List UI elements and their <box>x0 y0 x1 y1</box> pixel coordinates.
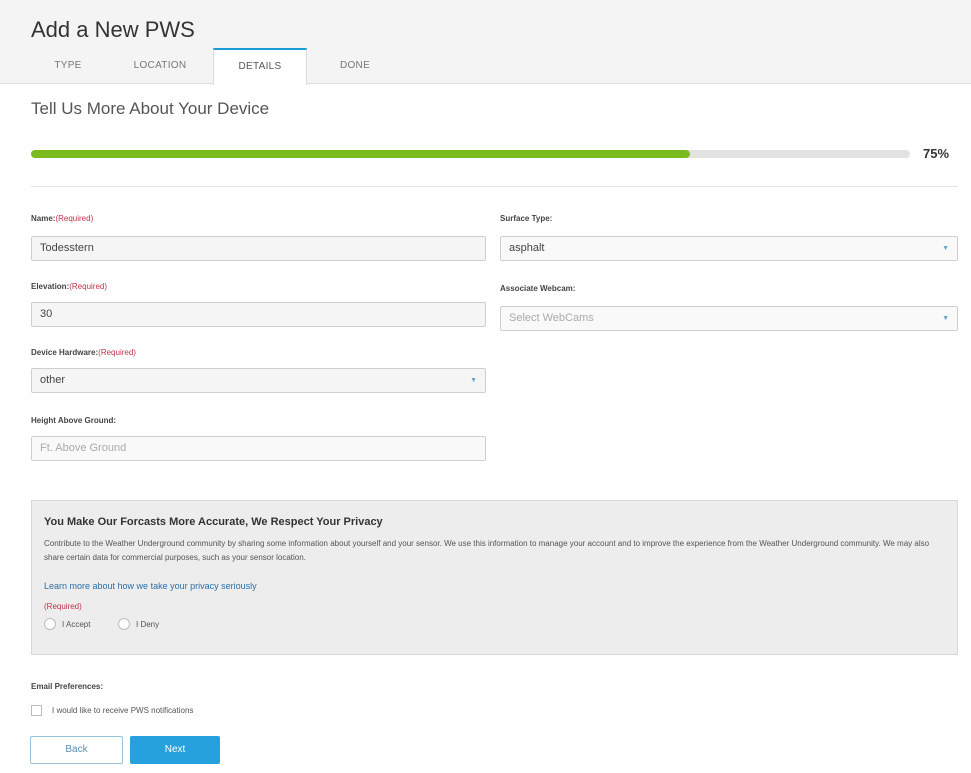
notifications-checkbox-label[interactable]: I would like to receive PWS notification… <box>52 706 193 715</box>
tab-type[interactable]: TYPE <box>38 48 98 84</box>
privacy-title: You Make Our Forcasts More Accurate, We … <box>44 516 383 528</box>
associate-webcam-placeholder: Select WebCams <box>509 312 594 324</box>
accept-radio[interactable] <box>44 618 56 630</box>
device-hardware-label: Device Hardware:(Required) <box>31 348 136 357</box>
header: Add a New PWS TYPE LOCATION DETAILS DONE <box>0 0 971 85</box>
height-above-ground-field[interactable]: Ft. Above Ground <box>31 436 486 461</box>
deny-label[interactable]: I Deny <box>136 620 159 629</box>
privacy-required: (Required) <box>44 602 82 611</box>
divider <box>31 186 958 187</box>
elevation-field[interactable]: 30 <box>31 302 486 327</box>
tab-done[interactable]: DONE <box>320 48 390 84</box>
back-button[interactable]: Back <box>30 736 123 764</box>
section-title: Tell Us More About Your Device <box>31 99 270 118</box>
accept-label[interactable]: I Accept <box>62 620 90 629</box>
elevation-value: 30 <box>40 308 53 320</box>
name-value: Todesstern <box>40 242 94 254</box>
device-hardware-value: other <box>40 374 66 386</box>
progress-bar <box>31 150 910 158</box>
device-hardware-required: (Required) <box>98 348 136 357</box>
deny-radio[interactable] <box>118 618 130 630</box>
chevron-down-icon: ▼ <box>470 377 477 384</box>
name-field[interactable]: Todesstern <box>31 236 486 261</box>
height-above-ground-label: Height Above Ground: <box>31 416 117 425</box>
associate-webcam-label: Associate Webcam: <box>500 284 576 293</box>
associate-webcam-select[interactable]: Select WebCams ▼ <box>500 306 958 331</box>
surface-type-value: asphalt <box>509 242 545 254</box>
privacy-text: Contribute to the Weather Underground co… <box>44 539 930 562</box>
elevation-label-text: Elevation: <box>31 282 70 291</box>
progress-fill <box>31 150 691 158</box>
chevron-down-icon: ▼ <box>942 245 949 252</box>
tab-details[interactable]: DETAILS <box>213 48 307 85</box>
surface-type-select[interactable]: asphalt ▼ <box>500 236 958 261</box>
elevation-required: (Required) <box>69 282 108 291</box>
page-title: Add a New PWS <box>31 17 195 42</box>
device-hardware-label-text: Device Hardware: <box>31 348 99 357</box>
next-button[interactable]: Next <box>130 736 220 764</box>
progress-label: 75% <box>923 146 950 161</box>
elevation-label: Elevation:(Required) <box>31 282 107 291</box>
privacy-panel: You Make Our Forcasts More Accurate, We … <box>31 500 958 655</box>
name-label: Name:(Required) <box>31 214 93 223</box>
surface-type-label: Surface Type: <box>500 214 553 223</box>
name-required: (Required) <box>55 214 94 223</box>
tab-location[interactable]: LOCATION <box>118 48 202 84</box>
chevron-down-icon: ▼ <box>942 315 949 322</box>
device-hardware-select[interactable]: other ▼ <box>31 368 486 393</box>
height-above-ground-placeholder: Ft. Above Ground <box>40 442 127 454</box>
privacy-link[interactable]: Learn more about how we take your privac… <box>44 581 257 591</box>
email-preferences-label: Email Preferences: <box>31 682 104 691</box>
notifications-checkbox[interactable] <box>31 705 42 716</box>
name-label-text: Name: <box>31 214 56 223</box>
